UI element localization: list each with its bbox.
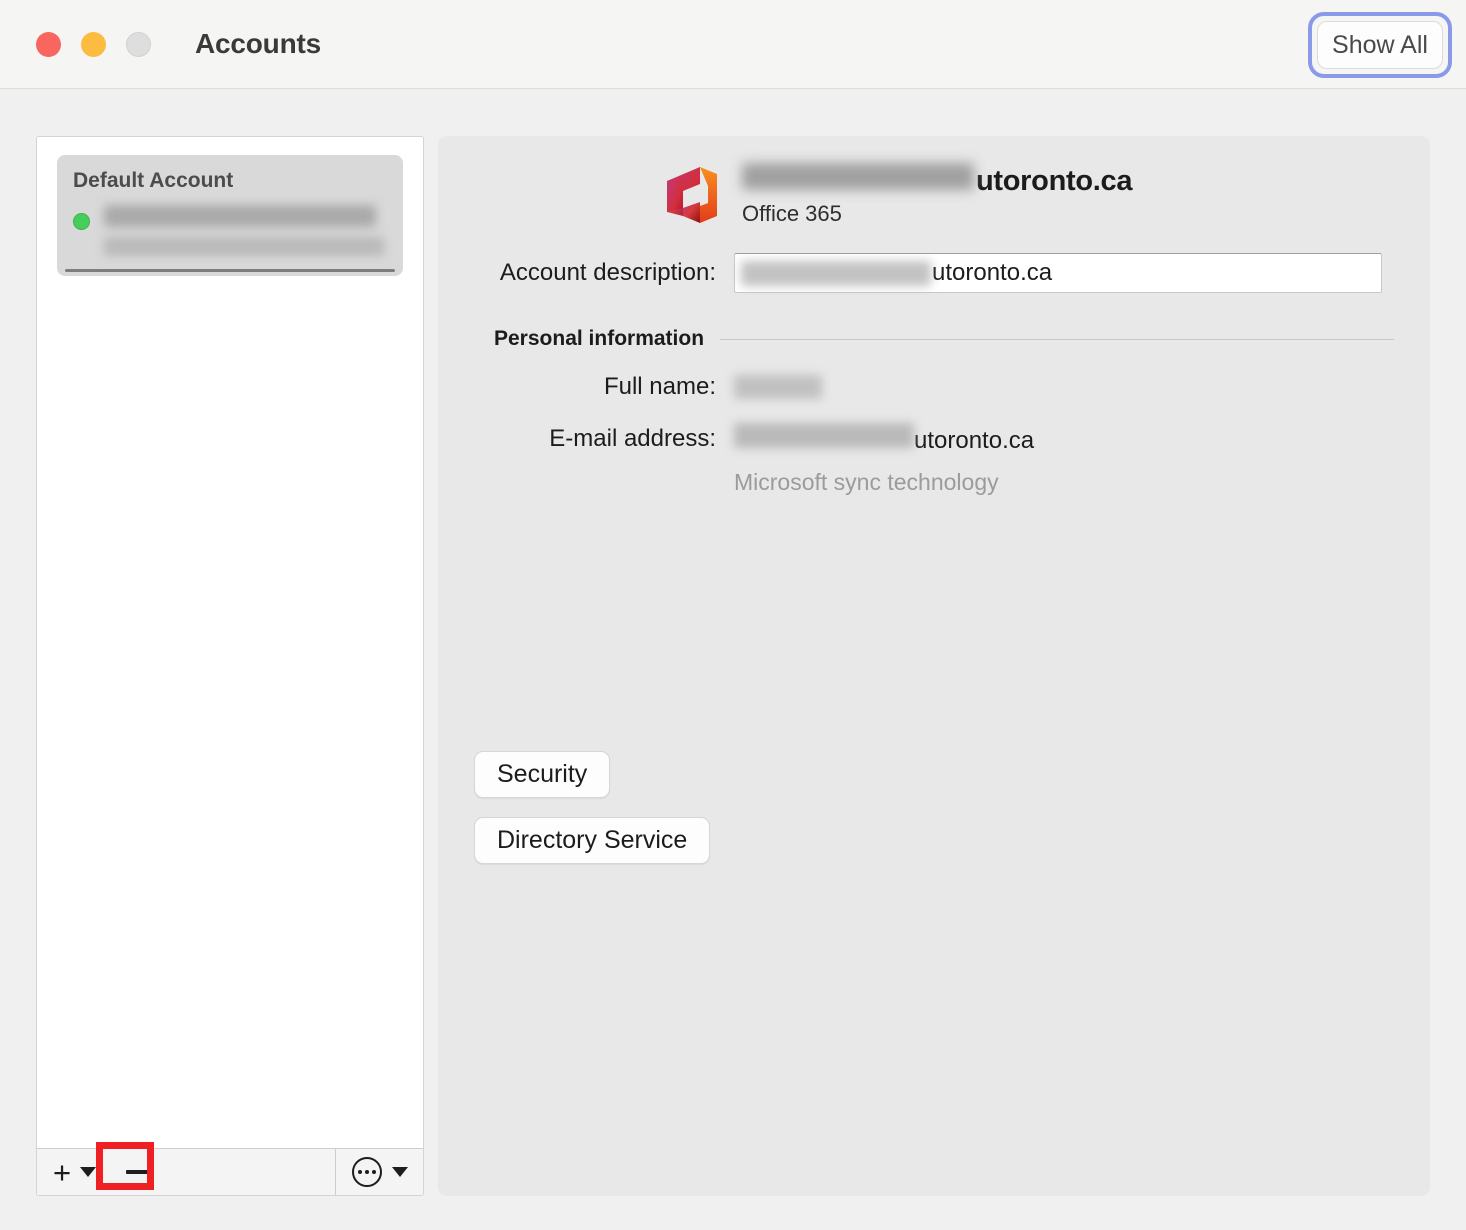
email-address-suffix: utoronto.ca — [914, 427, 1035, 454]
account-email-redacted — [104, 237, 385, 256]
account-description-input[interactable]: utoronto.ca — [734, 253, 1382, 293]
account-title-suffix: utoronto.ca — [976, 165, 1133, 197]
email-address-label: E-mail address: — [549, 425, 716, 452]
account-detail-panel: utoronto.ca Office 365 Account descripti… — [438, 136, 1430, 1196]
email-address-row: E-mail address: utoronto.ca — [474, 423, 1394, 455]
status-dot-icon — [73, 213, 90, 230]
account-type-label: Office 365 — [742, 201, 842, 226]
traffic-lights — [36, 31, 151, 57]
account-list: Default Account — [37, 137, 423, 1148]
show-all-button[interactable]: Show All — [1317, 21, 1443, 69]
account-group-label: Default Account — [73, 169, 234, 192]
account-identity — [104, 199, 387, 256]
account-description-label: Account description: — [499, 259, 716, 286]
account-segmented-control: + — [37, 1149, 335, 1195]
sidebar-bottom-toolbar: + — [37, 1142, 423, 1195]
personal-information-title: Personal information — [494, 327, 705, 350]
content-area: Default Account + utoronto.ca Office 365… — [0, 89, 1466, 1230]
title-bar: Accounts Show All — [0, 0, 1466, 89]
accounts-window: Accounts Show All Default Account + utor… — [0, 0, 1466, 1230]
full-name-value — [734, 375, 822, 399]
minus-icon — [126, 1170, 153, 1174]
account-name-redacted — [104, 205, 376, 227]
email-address-value: utoronto.ca — [734, 423, 1034, 455]
account-description-redacted — [741, 260, 931, 286]
show-all-focus-ring: Show All — [1308, 12, 1452, 78]
section-divider — [720, 338, 1394, 340]
chevron-down-icon — [80, 1167, 97, 1177]
detail-action-buttons: Security Directory Service — [474, 751, 711, 864]
account-header: utoronto.ca Office 365 — [474, 163, 1394, 227]
add-account-button[interactable]: + — [37, 1149, 110, 1195]
full-name-label: Full name: — [603, 373, 716, 400]
window-title: Accounts — [195, 28, 321, 59]
account-title-row: utoronto.ca — [742, 163, 1132, 198]
zoom-button[interactable] — [126, 31, 151, 57]
list-item-default-account[interactable]: Default Account — [57, 155, 403, 276]
close-button[interactable] — [36, 31, 61, 57]
office365-logo-icon — [667, 167, 717, 223]
remove-account-button[interactable] — [110, 1170, 169, 1174]
minimize-button[interactable] — [81, 31, 106, 57]
chevron-down-icon — [391, 1167, 408, 1177]
sync-technology-note: Microsoft sync technology — [734, 469, 999, 495]
account-header-text: utoronto.ca Office 365 — [742, 163, 1132, 227]
security-button[interactable]: Security — [474, 751, 611, 798]
ellipsis-circle-icon — [351, 1157, 382, 1187]
personal-information-header: Personal information — [474, 327, 1394, 351]
account-description-value: utoronto.ca — [932, 259, 1053, 286]
more-actions-button[interactable] — [335, 1149, 423, 1195]
full-name-redacted — [734, 375, 822, 399]
account-title-redacted — [742, 163, 974, 190]
account-row-body — [73, 199, 387, 256]
accounts-sidebar: Default Account + — [36, 136, 424, 1196]
full-name-row: Full name: — [474, 373, 1394, 401]
plus-icon: + — [53, 1154, 72, 1190]
email-address-redacted — [734, 423, 914, 448]
account-description-row: Account description: utoronto.ca — [474, 253, 1394, 293]
directory-service-button[interactable]: Directory Service — [474, 817, 711, 864]
